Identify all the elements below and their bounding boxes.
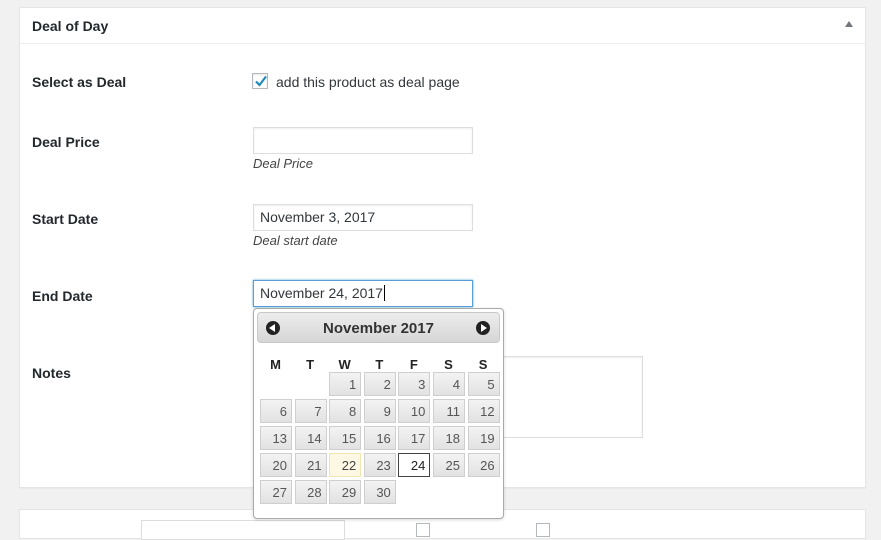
metabox-title: Deal of Day bbox=[32, 18, 109, 34]
calendar-day[interactable]: 18 bbox=[433, 426, 465, 450]
calendar-day[interactable]: 19 bbox=[467, 426, 500, 450]
weekday-header: W bbox=[338, 357, 351, 372]
end-date-input[interactable]: November 24, 2017 bbox=[253, 280, 473, 307]
metabox-header[interactable]: Deal of Day bbox=[20, 8, 865, 44]
calendar-day[interactable]: 3 bbox=[398, 372, 431, 396]
end-date-label: End Date bbox=[32, 288, 93, 304]
calendar-day[interactable]: 9 bbox=[363, 399, 396, 423]
calendar-day[interactable]: 1 bbox=[329, 372, 362, 396]
calendar-day[interactable]: 5 bbox=[467, 372, 500, 396]
select-as-deal-label: Select as Deal bbox=[32, 74, 127, 90]
next-metabox-checkbox[interactable] bbox=[416, 523, 430, 537]
datepicker-month-title: November 2017 bbox=[323, 320, 434, 337]
calendar-day[interactable]: 6 bbox=[260, 399, 292, 423]
circle-arrow-right-icon[interactable] bbox=[476, 321, 490, 335]
calendar-day[interactable]: 29 bbox=[329, 480, 362, 504]
calendar-day[interactable]: 26 bbox=[467, 453, 500, 477]
calendar-day[interactable]: 30 bbox=[363, 480, 396, 504]
weekday-header: T bbox=[306, 357, 315, 372]
calendar-day[interactable]: 8 bbox=[329, 399, 362, 423]
weekday-header: T bbox=[375, 357, 384, 372]
deal-price-label: Deal Price bbox=[32, 134, 100, 150]
next-metabox-checkbox[interactable] bbox=[536, 523, 550, 537]
calendar-day[interactable]: 10 bbox=[398, 399, 431, 423]
notes-label: Notes bbox=[32, 365, 71, 381]
calendar-day[interactable]: 13 bbox=[260, 426, 292, 450]
calendar-day[interactable]: 25 bbox=[433, 453, 465, 477]
checkmark-icon bbox=[255, 75, 267, 87]
weekday-header: F bbox=[409, 357, 418, 372]
calendar-day[interactable]: 14 bbox=[294, 426, 327, 450]
calendar-day[interactable]: 16 bbox=[363, 426, 396, 450]
start-date-label: Start Date bbox=[32, 211, 99, 227]
weekday-header: S bbox=[478, 357, 488, 372]
datepicker-popup: November 2017 M T W T F S S 1 2 3 4 5 6 7 8 9 10 11 12 13 14… bbox=[253, 308, 504, 519]
deal-price-input[interactable] bbox=[253, 127, 473, 154]
calendar-day[interactable]: 27 bbox=[260, 480, 292, 504]
deal-page-checkbox[interactable] bbox=[252, 73, 268, 89]
calendar-day[interactable]: 11 bbox=[433, 399, 465, 423]
text-caret bbox=[383, 285, 385, 301]
calendar-day[interactable]: 7 bbox=[294, 399, 327, 423]
calendar-day[interactable]: 20 bbox=[260, 453, 292, 477]
deal-page-checkbox-label[interactable]: add this product as deal page bbox=[276, 74, 460, 90]
weekday-header: S bbox=[444, 357, 453, 372]
start-date-help: Deal start date bbox=[253, 233, 338, 248]
calendar-day[interactable]: 4 bbox=[433, 372, 465, 396]
calendar-day[interactable]: 2 bbox=[363, 372, 396, 396]
end-date-value: November 24, 2017 bbox=[260, 285, 383, 301]
collapse-triangle-icon[interactable] bbox=[845, 21, 853, 27]
calendar-day[interactable]: 23 bbox=[363, 453, 396, 477]
weekday-header: M bbox=[270, 357, 281, 372]
calendar-day[interactable]: 21 bbox=[294, 453, 327, 477]
calendar-day-selected[interactable]: 24 bbox=[398, 453, 431, 477]
calendar-day[interactable]: 12 bbox=[467, 399, 500, 423]
calendar-day[interactable]: 15 bbox=[329, 426, 362, 450]
calendar-day-today[interactable]: 22 bbox=[329, 453, 362, 477]
calendar-day[interactable]: 28 bbox=[294, 480, 327, 504]
datepicker-header: November 2017 bbox=[257, 312, 500, 343]
start-date-input[interactable]: November 3, 2017 bbox=[253, 204, 473, 231]
calendar-day[interactable]: 17 bbox=[398, 426, 431, 450]
next-metabox-input[interactable] bbox=[141, 520, 345, 540]
deal-price-help: Deal Price bbox=[253, 156, 313, 171]
